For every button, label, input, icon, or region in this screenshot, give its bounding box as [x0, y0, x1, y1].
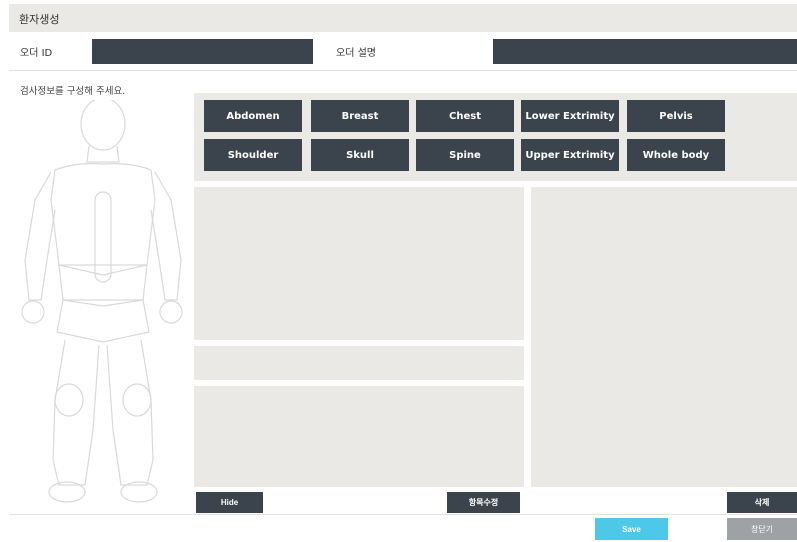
region-button-chest[interactable]: Chest [416, 100, 514, 132]
region-button-shoulder[interactable]: Shoulder [204, 139, 302, 171]
body-diagram[interactable] [15, 100, 185, 505]
body-region-panel: Abdomen Breast Chest Lower Extrimity Pel… [194, 93, 797, 181]
save-button[interactable]: Save [595, 518, 668, 540]
delete-button[interactable]: 삭제 [727, 492, 797, 513]
body-right-hand [159, 300, 183, 324]
body-head [80, 100, 126, 151]
region-button-abdomen[interactable]: Abdomen [204, 100, 302, 132]
order-description-input[interactable] [493, 39, 797, 64]
footer-divider [9, 514, 797, 515]
region-button-lower-extrimity[interactable]: Lower Extrimity [521, 100, 619, 132]
instruction-text: 검사정보를 구성해 주세요. [20, 86, 126, 97]
order-id-label: 오더 ID [20, 48, 53, 59]
body-spine [94, 191, 112, 283]
region-button-spine[interactable]: Spine [416, 139, 514, 171]
body-chest [50, 163, 156, 276]
exam-info-bar [194, 346, 524, 380]
order-description-label: 오더 설명 [336, 48, 376, 59]
exam-list-panel[interactable] [194, 187, 524, 340]
exam-detail-panel[interactable] [194, 386, 524, 487]
divider [9, 70, 797, 71]
region-button-breast[interactable]: Breast [311, 100, 409, 132]
region-button-upper-extrimity[interactable]: Upper Extrimity [521, 139, 619, 171]
page-title: 환자생성 [19, 13, 60, 26]
body-left-hand [21, 300, 45, 324]
edit-items-button[interactable]: 항목수정 [447, 492, 520, 513]
header-bar: 환자생성 [9, 4, 797, 32]
body-right-knee [122, 383, 152, 417]
region-button-whole-body[interactable]: Whole body [627, 139, 725, 171]
body-left-arm [24, 171, 56, 301]
body-left-knee [54, 383, 84, 417]
order-id-input[interactable] [92, 39, 313, 64]
hide-button[interactable]: Hide [196, 492, 263, 513]
region-button-pelvis[interactable]: Pelvis [627, 100, 725, 132]
close-window-button[interactable]: 창닫기 [727, 518, 797, 540]
region-button-skull[interactable]: Skull [311, 139, 409, 171]
selected-items-panel[interactable] [531, 187, 797, 487]
body-right-arm [150, 171, 182, 301]
body-neck [86, 145, 120, 163]
